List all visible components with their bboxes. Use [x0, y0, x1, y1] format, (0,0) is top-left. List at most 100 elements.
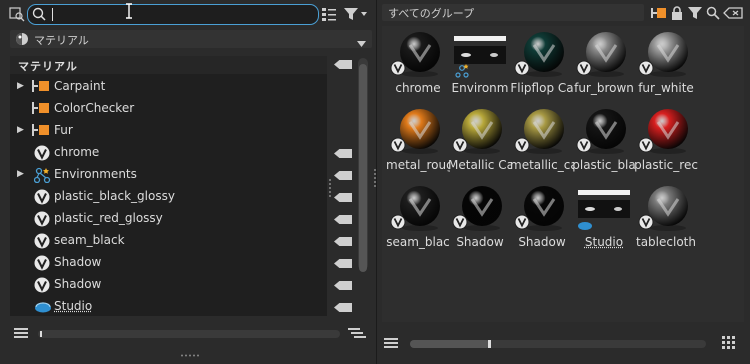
dropdown-label: マテリアル [34, 34, 89, 47]
material-tile-label: chrome [395, 81, 441, 95]
expand-arrow-icon[interactable]: ▶ [17, 125, 24, 135]
resize-grip-icon[interactable] [180, 346, 202, 360]
tag-column [332, 56, 356, 316]
material-tile[interactable]: Shadow [510, 180, 574, 250]
menu-icon[interactable] [384, 337, 398, 352]
material-tile[interactable]: metallic_ca [510, 103, 574, 173]
scrollbar-thumb[interactable] [40, 331, 42, 337]
material-ball-thumbnail [390, 30, 446, 78]
tag-icon[interactable] [334, 303, 352, 312]
slider-handle[interactable] [488, 340, 491, 348]
material-v-icon [34, 277, 50, 293]
material-tile[interactable]: plastic_bla [572, 103, 636, 173]
folder-icon [32, 123, 50, 139]
material-tile[interactable]: fur_white [634, 26, 698, 96]
material-tile[interactable]: Metallic Ca [448, 103, 512, 173]
folder-icon [32, 79, 50, 95]
tree-item[interactable]: plastic_red_glossy [10, 208, 327, 230]
tree-item[interactable]: ▶ Fur [10, 120, 327, 142]
tree-horizontal-scrollbar[interactable] [38, 330, 340, 338]
collapse-all-icon[interactable] [348, 327, 366, 342]
tree-vertical-scrollbar[interactable] [358, 58, 368, 272]
tag-icon[interactable] [334, 281, 352, 290]
material-v-icon [34, 145, 50, 161]
tree-item-label: Carpaint [54, 79, 106, 93]
menu-icon[interactable] [14, 327, 28, 342]
scrollbar-thumb[interactable] [359, 64, 367, 272]
tree-item-label: Studio [54, 299, 93, 313]
tree-item[interactable]: chrome [10, 142, 327, 164]
splitter-handle[interactable] [374, 168, 376, 188]
tag-icon[interactable] [334, 215, 352, 224]
material-tile[interactable]: Environm [448, 26, 512, 96]
material-ball-thumbnail [638, 30, 694, 78]
grid-view-icon[interactable] [722, 336, 736, 353]
tree-item[interactable]: plastic_black_glossy [10, 186, 327, 208]
tree-item[interactable]: ▶ Environments [10, 164, 327, 186]
material-tile[interactable]: Shadow [448, 180, 512, 250]
search-input[interactable] [27, 4, 319, 25]
grid-zoom-slider[interactable] [410, 340, 706, 348]
tree-item-label: ColorChecker [54, 101, 135, 115]
tree-item-label: plastic_black_glossy [54, 189, 175, 203]
search-history-icon[interactable] [8, 5, 26, 23]
material-ball-thumbnail [452, 107, 508, 155]
search-icon[interactable] [704, 4, 722, 22]
right-bottom-bar [382, 332, 744, 356]
material-v-icon [34, 255, 50, 271]
material-tile[interactable]: tablecloth [634, 180, 698, 250]
tree-item-label: Shadow [54, 277, 102, 291]
material-type-dropdown[interactable]: マテリアル [10, 30, 372, 48]
tag-icon[interactable] [334, 171, 352, 180]
material-tile[interactable]: plastic_rec [634, 103, 698, 173]
studio-icon [34, 299, 51, 315]
material-tile[interactable]: Flipflop Ca [510, 26, 574, 96]
clear-tag-icon[interactable] [722, 4, 744, 22]
material-tile-label: metallic_ca [510, 158, 574, 172]
filter-icon[interactable] [342, 5, 370, 23]
tree-item[interactable]: Shadow [10, 274, 327, 296]
material-tree: マテリアル ▶ Carpaint ColorChecker ▶ Fur chrome ▶ En… [10, 56, 327, 316]
material-tile[interactable]: Studio [572, 180, 636, 250]
folder-icon[interactable] [650, 4, 668, 22]
material-v-icon [34, 189, 50, 205]
material-ball-thumbnail [514, 184, 570, 232]
tree-item[interactable]: seam_black [10, 230, 327, 252]
material-ball-thumbnail [576, 30, 632, 78]
material-tile[interactable]: chrome [386, 26, 450, 96]
material-ball-thumbnail [390, 184, 446, 232]
splitter-handle[interactable] [329, 178, 331, 198]
text-caret [52, 8, 53, 21]
expand-arrow-icon[interactable]: ▶ [17, 81, 24, 91]
tree-item[interactable]: ColorChecker [10, 98, 327, 120]
search-icon [32, 7, 46, 24]
material-tile-label: metal_roug [386, 158, 450, 172]
material-tile-label: fur_brown [574, 81, 634, 95]
material-grid: chrome Environm Flipflop Ca fur_brown fur_wh… [382, 26, 744, 322]
material-tile[interactable]: metal_roug [386, 103, 450, 173]
tree-item[interactable]: Studio [10, 296, 327, 318]
tree-header: マテリアル [10, 56, 327, 74]
tag-header-icon[interactable] [334, 60, 352, 69]
tree-item[interactable]: ▶ Carpaint [10, 76, 327, 98]
tree-item[interactable]: Shadow [10, 252, 327, 274]
filter-icon[interactable] [686, 4, 704, 22]
material-tile-label: Flipflop Ca [510, 81, 574, 95]
tag-icon[interactable] [334, 259, 352, 268]
material-tile[interactable]: fur_brown [572, 26, 636, 96]
material-tile-label: fur_white [638, 81, 694, 95]
lock-icon[interactable] [668, 4, 686, 22]
group-search-field[interactable]: すべてのグループ [382, 4, 644, 21]
tag-icon[interactable] [334, 237, 352, 246]
material-ball-thumbnail [452, 184, 508, 232]
material-tile[interactable]: seam_blac [386, 180, 450, 250]
material-tile-label: seam_blac [386, 235, 450, 249]
folder-icon [32, 101, 50, 117]
tag-icon[interactable] [334, 149, 352, 158]
material-v-icon [34, 233, 50, 249]
environment-icon [33, 167, 51, 184]
expand-arrow-icon[interactable]: ▶ [17, 169, 24, 179]
tree-item-label: Environments [54, 167, 137, 181]
tag-icon[interactable] [334, 193, 352, 202]
list-view-icon[interactable] [320, 5, 338, 23]
